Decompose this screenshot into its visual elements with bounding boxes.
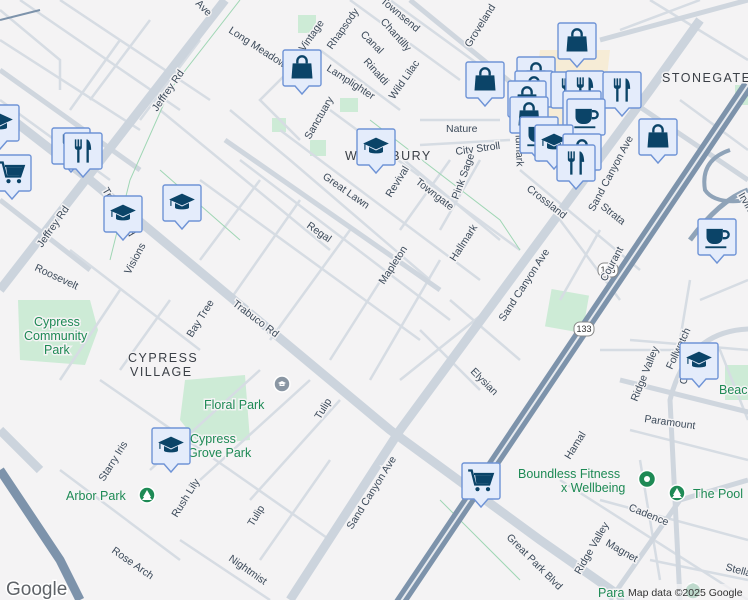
street-label: Nature bbox=[446, 123, 478, 135]
cart-marker bbox=[0, 154, 32, 200]
park-pin bbox=[668, 484, 686, 502]
park-label: Community bbox=[24, 329, 88, 343]
park-label: Beac bbox=[719, 383, 748, 397]
park-label: The Pool bbox=[693, 487, 743, 501]
street-label: Hamal bbox=[562, 429, 588, 461]
park-pin bbox=[138, 486, 156, 504]
street-label: Ridge Valley bbox=[629, 344, 662, 403]
coffee-marker bbox=[697, 218, 737, 264]
street-label: Long Meadow bbox=[226, 24, 288, 70]
park-label: Cypress bbox=[34, 315, 80, 329]
street-label: Rose Arch bbox=[109, 545, 156, 583]
street-label: Hallmark bbox=[447, 222, 480, 264]
park-label: Boundless Fitness bbox=[518, 467, 620, 481]
shopping-bag-marker bbox=[638, 118, 678, 164]
park-label: Cypress bbox=[190, 432, 236, 446]
street-label: Pink Sage bbox=[450, 152, 478, 201]
street-label: Irvine bbox=[735, 191, 748, 219]
area-cypress: CYPRESS bbox=[128, 351, 198, 365]
street-label: Rhapsody bbox=[325, 5, 362, 51]
street-label: Strata bbox=[598, 201, 628, 228]
park-label: Floral Park bbox=[204, 398, 265, 412]
area-village: VILLAGE bbox=[130, 365, 193, 379]
street-label: Starry Iris bbox=[96, 439, 130, 483]
google-logo: Google bbox=[6, 579, 67, 600]
map-attribution[interactable]: Map data ©2025 Google bbox=[628, 587, 743, 599]
street-label: Tulip bbox=[245, 503, 267, 528]
street-label: Rush Lily bbox=[169, 476, 202, 520]
area-stonegate: STONEGATE bbox=[662, 71, 748, 85]
park-label: Para bbox=[598, 586, 624, 600]
graduation-cap-marker bbox=[151, 427, 191, 473]
graduation-cap-marker bbox=[0, 104, 20, 150]
shopping-bag-marker bbox=[282, 49, 322, 95]
graduation-cap-marker bbox=[356, 128, 396, 174]
street-label: Roosevelt bbox=[33, 262, 80, 293]
park-label: Grove Park bbox=[188, 446, 252, 460]
school-pin bbox=[273, 375, 291, 393]
highway-shield: 133 bbox=[576, 324, 591, 334]
park-label: Arbor Park bbox=[66, 489, 126, 503]
park-label: Park bbox=[44, 343, 70, 357]
fitness-pin bbox=[637, 469, 657, 489]
street-label: Canal bbox=[358, 29, 386, 57]
street-label: Sanctuary bbox=[302, 94, 336, 142]
street-label: Wild Lilac bbox=[387, 58, 423, 102]
street-label: Bay Tree bbox=[184, 297, 217, 339]
street-label: Trabuco Rd bbox=[230, 298, 281, 340]
street-label: Groveland bbox=[462, 2, 498, 50]
street-label: Revival bbox=[383, 164, 411, 200]
street-label: Magnet bbox=[604, 537, 640, 565]
graduation-cap-marker bbox=[103, 195, 143, 241]
restaurant-marker bbox=[556, 144, 596, 190]
map-canvas[interactable]: 133 133 WOODBURY STONEGATE CYPRESS VILLA… bbox=[0, 0, 748, 600]
graduation-cap-marker bbox=[162, 184, 202, 230]
shopping-bag-marker bbox=[465, 61, 505, 107]
park-label: x Wellbeing bbox=[561, 481, 625, 495]
street-label: Visions bbox=[122, 241, 148, 276]
